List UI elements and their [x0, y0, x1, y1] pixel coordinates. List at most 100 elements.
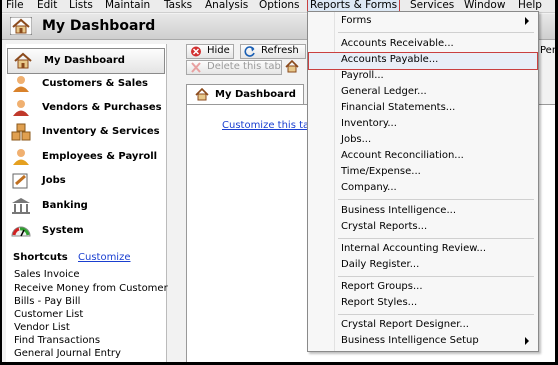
menu-item-label: Jobs... [341, 134, 372, 145]
submenu-arrow-icon [525, 17, 529, 25]
menu-item-label: Report Groups... [341, 281, 423, 292]
reports-forms-dropdown: Forms Accounts Receivable... Accounts Pa… [307, 11, 539, 352]
bank-icon [12, 198, 30, 214]
menu-item-report-styles[interactable]: Report Styles... [308, 295, 538, 311]
customize-shortcuts-link[interactable]: Customize [78, 252, 131, 263]
menu-item-jobs[interactable]: Jobs... [308, 132, 538, 148]
shortcut-item[interactable]: Find Transactions [14, 335, 100, 346]
nav-item-label: Banking [42, 200, 88, 211]
partial-toolbar-label[interactable]: Per [540, 45, 555, 56]
hide-button[interactable]: Hide [186, 44, 234, 59]
menu-item-label: Crystal Reports... [341, 221, 428, 232]
nav-item-label: Customers & Sales [42, 78, 148, 89]
tab-my-dashboard[interactable]: My Dashboard [186, 84, 304, 105]
menu-item-label: Daily Register... [341, 259, 420, 270]
nav-item-label: Inventory & Services [42, 126, 160, 137]
menu-item-label: Company... [341, 182, 397, 193]
customer-icon [13, 76, 29, 92]
menu-options[interactable]: Options [259, 0, 300, 12]
menu-item-label: Account Reconciliation... [341, 150, 464, 161]
home-icon [195, 88, 209, 101]
delete-tab-label: Delete this tab [207, 61, 281, 72]
menu-item-payroll[interactable]: Payroll... [308, 68, 538, 84]
menu-item-account-reconciliation[interactable]: Account Reconciliation... [308, 148, 538, 164]
refresh-label: Refresh [261, 45, 299, 56]
refresh-button[interactable]: Refresh [240, 44, 306, 59]
menu-separator [338, 32, 534, 33]
menu-item-business-intelligence-setup[interactable]: Business Intelligence Setup [308, 333, 538, 349]
menu-item-label: Business Intelligence Setup [341, 335, 479, 346]
nav-item-label: Jobs [42, 175, 66, 186]
menu-item-label: Time/Expense... [341, 166, 421, 177]
menu-item-label: Crystal Report Designer... [341, 319, 469, 330]
nav-item-vendors-purchases[interactable]: Vendors & Purchases [6, 96, 166, 120]
menu-separator [338, 199, 534, 200]
employee-icon [13, 149, 29, 165]
menu-item-label: General Ledger... [341, 86, 427, 97]
menu-item-company[interactable]: Company... [308, 180, 538, 196]
home-icon [10, 17, 32, 35]
nav-item-system[interactable]: System [6, 219, 166, 243]
nav-item-employees-payroll[interactable]: Employees & Payroll [6, 145, 166, 169]
menu-separator [338, 276, 534, 277]
app-window: File Edit Lists Maintain Tasks Analysis … [2, 0, 555, 362]
delete-tab-button[interactable]: Delete this tab [186, 60, 282, 75]
nav-item-banking[interactable]: Banking [6, 194, 166, 218]
jobs-icon [12, 173, 28, 189]
shortcut-item[interactable]: Sales Invoice [14, 269, 80, 280]
shortcut-item[interactable]: Receive Money from Customer [14, 283, 168, 294]
menu-item-accounts-receivable[interactable]: Accounts Receivable... [308, 36, 538, 52]
navigation-bar: My Dashboard Customers & Sales Vendors &… [6, 44, 168, 362]
inventory-icon [11, 123, 31, 141]
shortcut-item[interactable]: Customer List [14, 309, 83, 320]
nav-item-label: My Dashboard [44, 55, 125, 66]
menu-item-label: Internal Accounting Review... [341, 243, 487, 254]
menu-item-label: Accounts Payable... [341, 54, 439, 65]
nav-item-jobs[interactable]: Jobs [6, 169, 166, 193]
menu-item-label: Payroll... [341, 70, 384, 81]
menu-maintain[interactable]: Maintain [105, 0, 150, 12]
submenu-arrow-icon [525, 337, 529, 345]
menu-item-inventory[interactable]: Inventory... [308, 116, 538, 132]
tab-label: My Dashboard [215, 89, 296, 100]
shortcut-item[interactable]: Vendor List [14, 322, 70, 333]
nav-item-label: Vendors & Purchases [42, 102, 162, 113]
close-icon [191, 46, 201, 57]
home-icon[interactable] [285, 60, 299, 73]
menu-item-time-expense[interactable]: Time/Expense... [308, 164, 538, 180]
delete-icon [191, 62, 201, 73]
menu-item-crystal-report-designer[interactable]: Crystal Report Designer... [308, 317, 538, 333]
shortcut-item[interactable]: Bills - Pay Bill [14, 296, 80, 307]
menu-item-general-ledger[interactable]: General Ledger... [308, 84, 538, 100]
menu-file[interactable]: File [6, 0, 24, 12]
menu-item-financial-statements[interactable]: Financial Statements... [308, 100, 538, 116]
menu-item-business-intelligence[interactable]: Business Intelligence... [308, 203, 538, 219]
hide-label: Hide [207, 45, 230, 56]
customize-tab-link[interactable]: Customize this tab [222, 120, 316, 131]
nav-item-my-dashboard[interactable]: My Dashboard [7, 48, 165, 74]
shortcuts-header: Shortcuts [13, 252, 68, 263]
window-title: My Dashboard [42, 18, 156, 34]
menu-item-crystal-reports[interactable]: Crystal Reports... [308, 219, 538, 235]
refresh-icon [244, 46, 255, 57]
menu-tasks[interactable]: Tasks [164, 0, 192, 12]
menu-item-daily-register[interactable]: Daily Register... [308, 257, 538, 273]
menu-item-forms[interactable]: Forms [308, 13, 538, 29]
menu-separator [338, 238, 534, 239]
menu-item-label: Forms [341, 15, 372, 26]
shortcut-item[interactable]: General Journal Entry [14, 348, 121, 359]
menu-item-label: Financial Statements... [341, 102, 456, 113]
menu-lists[interactable]: Lists [69, 0, 93, 12]
menu-analysis[interactable]: Analysis [205, 0, 248, 12]
menu-item-label: Accounts Receivable... [341, 38, 454, 49]
menu-item-report-groups[interactable]: Report Groups... [308, 279, 538, 295]
nav-item-customers-sales[interactable]: Customers & Sales [6, 72, 166, 96]
home-icon [14, 52, 32, 69]
vendor-icon [13, 100, 29, 116]
menu-edit[interactable]: Edit [37, 0, 57, 12]
menu-separator [338, 314, 534, 315]
menu-item-internal-accounting-review[interactable]: Internal Accounting Review... [308, 241, 538, 257]
nav-item-inventory-services[interactable]: Inventory & Services [6, 120, 166, 144]
nav-item-label: Employees & Payroll [42, 151, 158, 162]
system-icon [11, 226, 31, 237]
